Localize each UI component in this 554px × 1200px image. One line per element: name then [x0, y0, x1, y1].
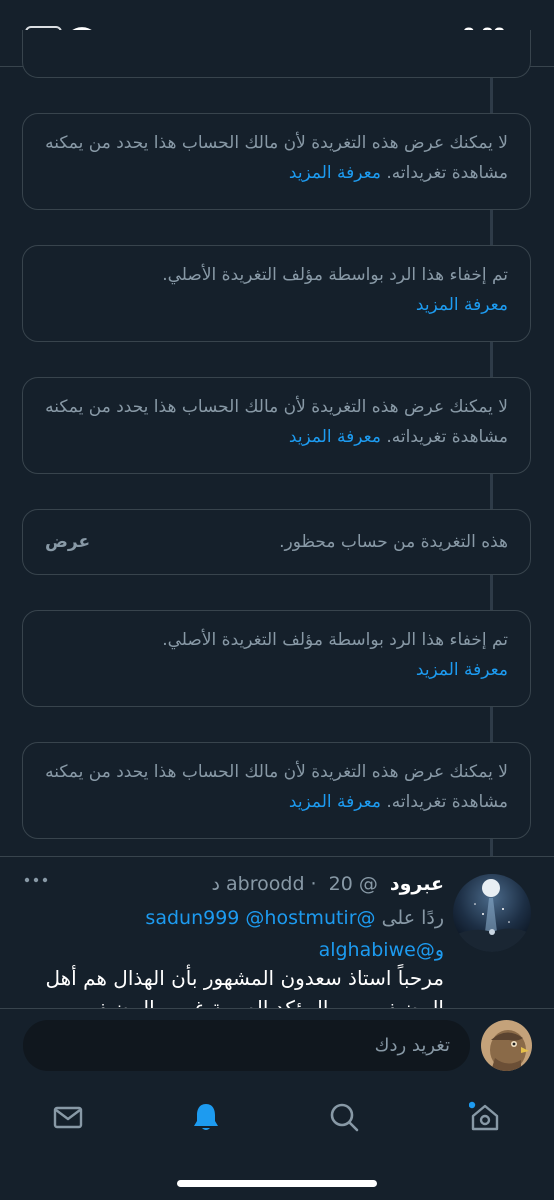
notice-text: هذه التغريدة من حساب محظور. — [279, 532, 508, 552]
learn-more-link[interactable]: معرفة المزيد — [416, 295, 508, 315]
replying-to-label: ردًا على — [381, 907, 444, 929]
notice-card-blocked: هذه التغريدة من حساب محظور. عرض — [22, 509, 531, 575]
mention-link[interactable]: و@alghabiwe — [319, 939, 444, 961]
tweet-author-name[interactable]: عبرود — [390, 873, 444, 895]
notice-card-protected: لا يمكنك عرض هذه التغريدة لأن مالك الحسا… — [22, 377, 531, 474]
notice-text: لا يمكنك عرض هذه التغريدة لأن مالك الحسا… — [45, 133, 508, 183]
more-options-icon[interactable] — [24, 874, 48, 886]
mention-link[interactable]: @hostmutir — [245, 907, 356, 929]
view-button[interactable]: عرض — [45, 527, 90, 557]
learn-more-link[interactable]: معرفة المزيد — [289, 427, 381, 447]
tweet-separator: · — [310, 873, 317, 895]
notice-text: لا يمكنك عرض هذه التغريدة لأن مالك الحسا… — [45, 762, 508, 812]
home-indicator — [177, 1180, 377, 1187]
home-icon[interactable] — [469, 1101, 501, 1133]
tweet-text: مرحباً استاذ سعدون المشهور بأن الهذال هم… — [45, 966, 444, 1009]
notice-card-hidden-reply: تم إخفاء هذا الرد بواسطة مؤلف التغريدة ا… — [22, 245, 531, 342]
tweet-author-handle: @abroodd — [226, 873, 378, 895]
messages-mail-icon[interactable] — [52, 1101, 84, 1133]
notice-card-hidden-reply: تم إخفاء هذا الرد بواسطة مؤلف التغريدة ا… — [22, 610, 531, 707]
learn-more-link[interactable]: معرفة المزيد — [289, 792, 381, 812]
notice-card-partial — [22, 30, 531, 78]
learn-more-link[interactable]: معرفة المزيد — [289, 163, 381, 183]
notice-card-protected: لا يمكنك عرض هذه التغريدة لأن مالك الحسا… — [22, 742, 531, 839]
tweet-header: عبرود @abroodd · 20 د — [212, 873, 444, 895]
notice-text: لا يمكنك عرض هذه التغريدة لأن مالك الحسا… — [45, 397, 508, 447]
twitter-thread-screen: 3:32 لا يمكنك عرض هذه التغريدة لأن مالك … — [0, 0, 554, 1200]
replying-to: ردًا على @sadun999 @hostmutir و@alghabiw… — [114, 902, 444, 966]
search-icon[interactable] — [328, 1101, 360, 1133]
reply-input[interactable]: تغريد ردك — [23, 1020, 470, 1071]
learn-more-link[interactable]: معرفة المزيد — [416, 660, 508, 680]
notice-text: تم إخفاء هذا الرد بواسطة مؤلف التغريدة ا… — [162, 630, 508, 650]
user-avatar[interactable] — [453, 874, 531, 952]
current-user-avatar[interactable] — [481, 1020, 532, 1071]
notifications-bell-icon[interactable] — [190, 1101, 222, 1133]
notice-text: تم إخفاء هذا الرد بواسطة مؤلف التغريدة ا… — [162, 265, 508, 285]
tweet-divider — [0, 856, 554, 857]
notice-card-protected: لا يمكنك عرض هذه التغريدة لأن مالك الحسا… — [22, 113, 531, 210]
